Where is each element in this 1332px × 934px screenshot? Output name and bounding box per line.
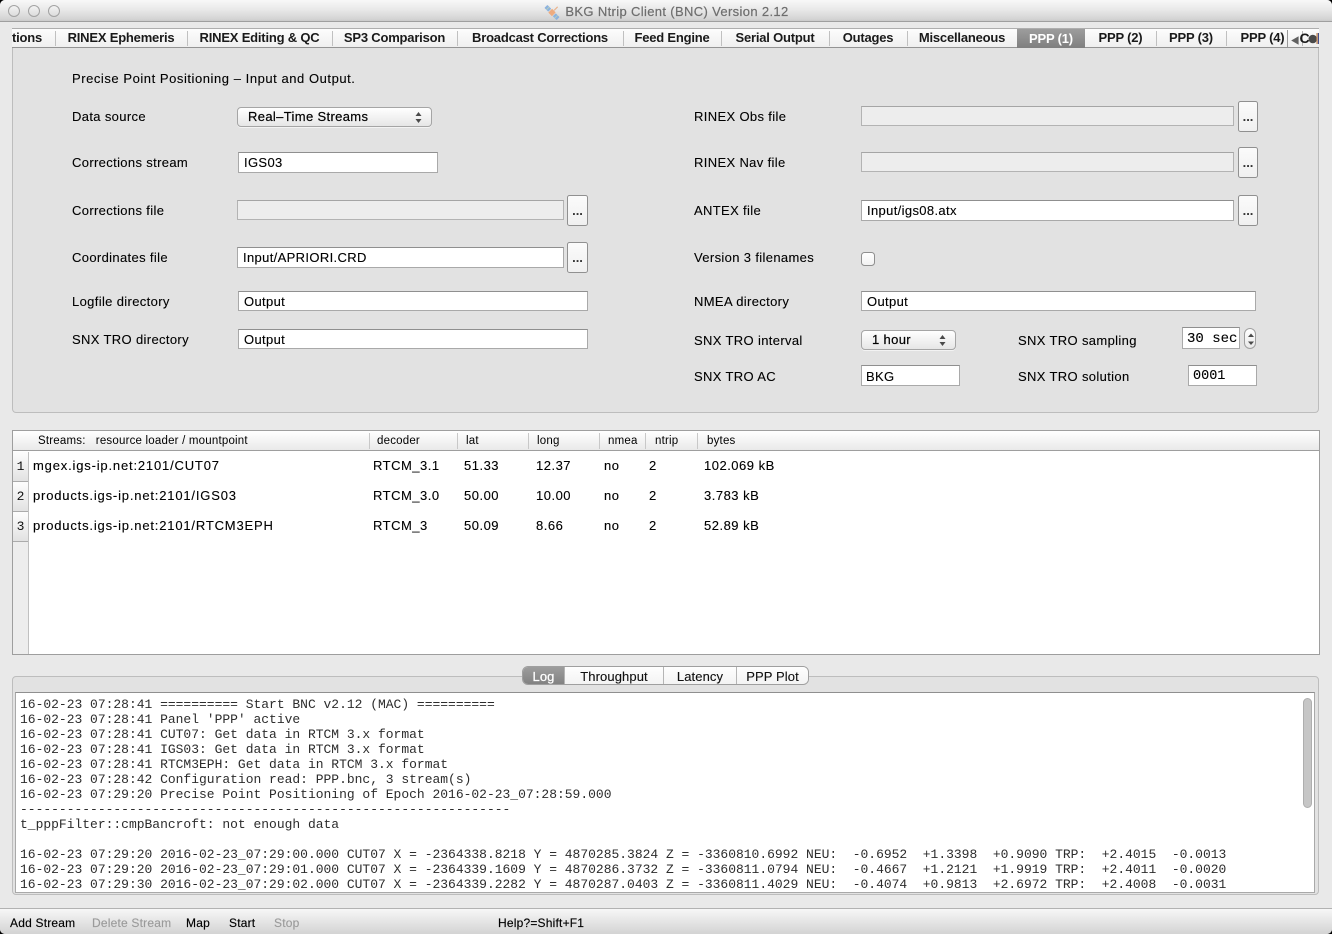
svg-text:C: C	[1300, 30, 1310, 46]
